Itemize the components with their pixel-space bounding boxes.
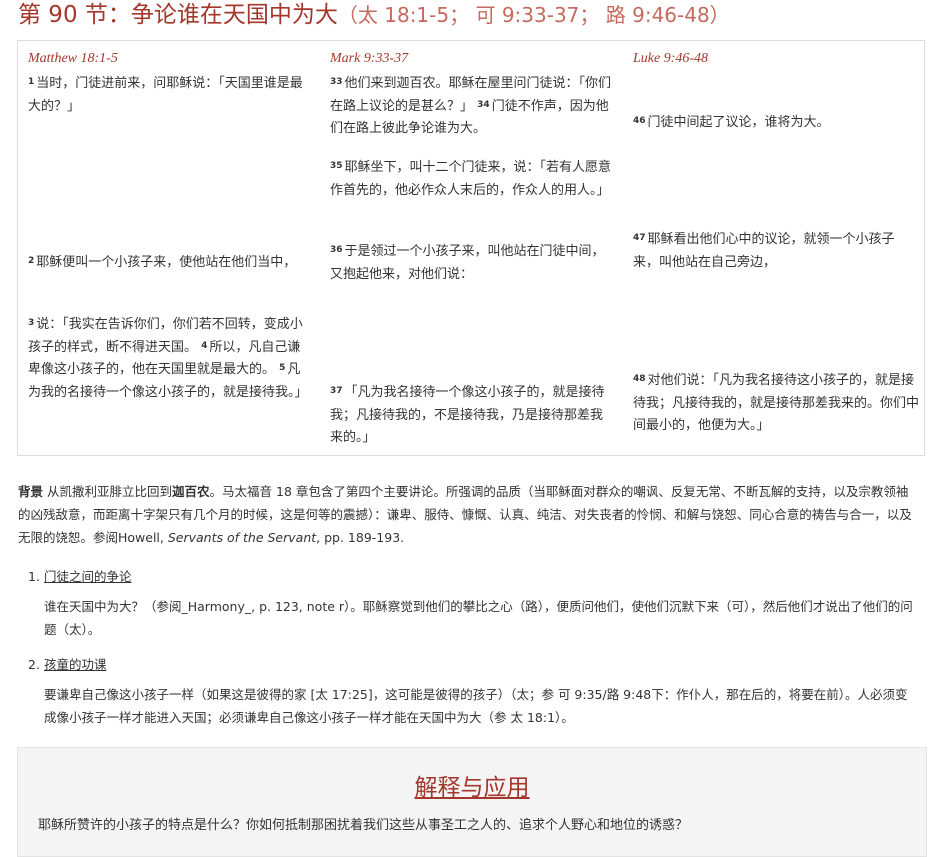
verse-matthew-2: 2 耶稣便叫一个小孩子来，使他站在他们当中，: [28, 255, 297, 270]
verse-matthew-3-5: 3 说：「我实在告诉你们，你们若不回转，变成小孩子的样式，断不得进天国。 4 所以，…: [28, 317, 308, 400]
background-label: 背景: [18, 484, 44, 499]
verse-mark-33-34: 33 他们来到迦百农。耶稣在屋里问门徒说：「你们在路上议论的是甚么？」 34 门徒不…: [330, 76, 612, 136]
mark-column: Mark 9:33-37 33 他们来到迦百农。耶稣在屋里问门徒说：「你们在路上议…: [330, 41, 614, 455]
matthew-header: Matthew 18:1-5: [28, 51, 118, 66]
matthew-column: Matthew 18:1-5 1 当时，门徒进前来，问耶稣说：「天国里谁是最大的？…: [28, 41, 310, 455]
application-box: 解释与应用 耶稣所赞许的小孩子的特点是什么？你如何抵制那困扰着我们这些从事圣工之…: [17, 747, 927, 857]
verse-matthew-1: 1 当时，门徒进前来，问耶稣说：「天国里谁是最大的？」: [28, 76, 303, 114]
verse-luke-47: 47 耶稣看出他们心中的议论，就领一个小孩子来，叫他站在自己旁边，: [633, 232, 895, 270]
mark-header: Mark 9:33-37: [330, 51, 409, 66]
verse-mark-36: 36 于是领过一个小孩子来，叫他站在门徒中间，又抱起他来，对他们说：: [330, 244, 605, 282]
luke-column: Luke 9:46-48 46 门徒中间起了议论，谁将为大。 47 耶稣看出他们心中…: [633, 41, 919, 455]
verse-luke-48: 48 对他们说：「凡为我名接待这小孩子的，就是接待我；凡接待我的，就是接待那差我来…: [633, 373, 920, 433]
point-2-body: 要谦卑自己像这小孩子一样（如果这是彼得的家 [太 17:25]，这可能是彼得的孩…: [44, 687, 908, 725]
scripture-references: （太 18:1-5； 可 9:33-37； 路 9:46-48）: [337, 3, 730, 27]
background-paragraph: 背景 从凯撒利亚腓立比回到迦百农。马太福音 18 章包含了第四个主要讲论。所强调…: [18, 484, 912, 545]
book-title: Servants of the Servant: [167, 530, 317, 545]
application-title: 解释与应用: [414, 775, 530, 801]
gospel-harmony-table: Matthew 18:1-5 1 当时，门徒进前来，问耶稣说：「天国里谁是最大的？…: [17, 40, 925, 456]
section-title-text: 第 90 节：争论谁在天国中为大: [18, 2, 338, 28]
application-question: 耶稣所赞许的小孩子的特点是什么？你如何抵制那困扰着我们这些从事圣工之人的、追求个…: [38, 818, 689, 833]
verse-mark-37: 37 「凡为我名接待一个像这小孩子的，就是接待我；凡接待我的，不是接待我，乃是接待…: [330, 385, 605, 445]
place-name: 迦百农: [172, 484, 210, 499]
verse-mark-35: 35 耶稣坐下，叫十二个门徒来，说：「若有人愿意作首先的，他必作众人末后的，作众人…: [330, 160, 612, 198]
point-1-body: 谁在天国中为大？（参阅_Harmony_, p. 123, note r）。耶稣…: [44, 599, 913, 637]
point-2-heading: 2. 孩童的功课: [28, 657, 107, 672]
point-1-heading: 1. 门徒之间的争论: [28, 569, 132, 584]
section-title: 第 90 节：争论谁在天国中为大（太 18:1-5； 可 9:33-37； 路 …: [18, 0, 928, 34]
luke-header: Luke 9:46-48: [633, 51, 709, 66]
verse-luke-46: 46 门徒中间起了议论，谁将为大。: [633, 115, 830, 130]
